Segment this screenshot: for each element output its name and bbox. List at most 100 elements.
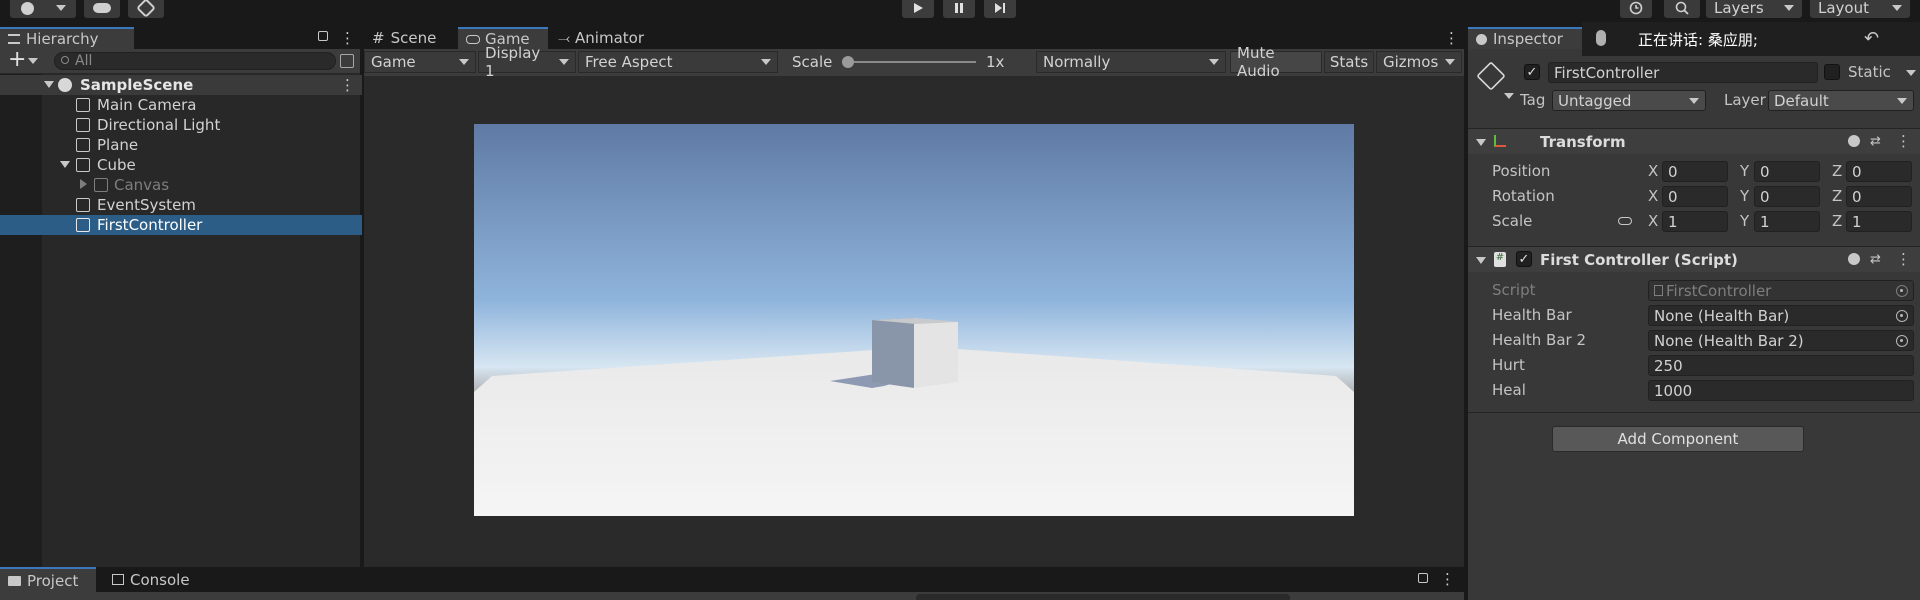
game-viewport[interactable]: [474, 124, 1354, 516]
lock-icon[interactable]: [318, 31, 328, 41]
game-mode-dropdown[interactable]: Game: [364, 51, 476, 73]
static-checkbox[interactable]: [1824, 64, 1840, 80]
stats-button[interactable]: Stats: [1324, 51, 1374, 73]
scale-slider[interactable]: [842, 56, 976, 68]
scale-y-field[interactable]: 1: [1754, 211, 1820, 232]
object-picker-icon[interactable]: [1896, 335, 1908, 347]
chevron-down-icon: [1689, 97, 1699, 104]
display-dropdown[interactable]: Display 1: [478, 44, 576, 80]
object-name-field[interactable]: FirstController: [1548, 62, 1818, 83]
search-options-icon[interactable]: [340, 54, 354, 68]
tab-hierarchy[interactable]: Hierarchy: [0, 27, 134, 49]
collapse-arrow-icon[interactable]: [80, 179, 87, 189]
health-bar-2-label: Health Bar 2: [1492, 331, 1586, 349]
hierarchy-search-input[interactable]: All: [54, 52, 336, 70]
tab-scene-label: Scene: [390, 29, 437, 47]
mic-muted-icon[interactable]: [1596, 30, 1606, 46]
account-dropdown[interactable]: [10, 0, 76, 18]
kebab-menu-icon[interactable]: ⋮: [1440, 570, 1455, 588]
scale-slider-handle[interactable]: [842, 56, 854, 68]
position-x-value: 0: [1668, 162, 1678, 181]
lock-icon[interactable]: [1418, 573, 1428, 583]
tab-scene[interactable]: # Scene: [364, 27, 456, 49]
health-bar-field[interactable]: None (Health Bar): [1648, 305, 1914, 326]
play-focus-dropdown[interactable]: Normally: [1036, 51, 1226, 73]
tab-inspector[interactable]: Inspector: [1468, 27, 1582, 49]
list-item[interactable]: Main Camera: [0, 95, 362, 115]
component-enabled-checkbox[interactable]: ✓: [1516, 251, 1532, 267]
tag-value: Untagged: [1558, 91, 1632, 110]
list-item[interactable]: Directional Light: [0, 115, 362, 135]
history-button[interactable]: [1620, 0, 1652, 18]
preset-icon[interactable]: ⇄: [1870, 134, 1881, 149]
heal-field[interactable]: 1000: [1648, 380, 1914, 401]
hurt-field[interactable]: 250: [1648, 355, 1914, 376]
chevron-down-icon: [55, 5, 66, 11]
tab-project[interactable]: Project: [0, 567, 96, 592]
script-component-header[interactable]: # ✓ First Controller (Script) ⇄ ⋮: [1468, 246, 1920, 272]
kebab-menu-icon[interactable]: ⋮: [1444, 29, 1459, 47]
tag-dropdown[interactable]: Untagged: [1552, 90, 1706, 111]
chevron-down-icon[interactable]: [1906, 70, 1916, 76]
object-name-value: FirstController: [1554, 63, 1660, 82]
gameobject-cube-icon: [76, 138, 90, 152]
help-icon[interactable]: [1848, 135, 1860, 147]
pause-button[interactable]: [943, 0, 975, 18]
position-x-field[interactable]: 0: [1662, 161, 1728, 182]
kebab-menu-icon[interactable]: ⋮: [1896, 132, 1911, 150]
kebab-menu-icon[interactable]: ⋮: [340, 29, 355, 47]
help-icon[interactable]: [1848, 253, 1860, 265]
gizmos-dropdown[interactable]: Gizmos: [1376, 51, 1462, 73]
position-z-field[interactable]: 0: [1846, 161, 1912, 182]
list-item[interactable]: FirstController: [0, 215, 362, 235]
kebab-menu-icon[interactable]: ⋮: [1896, 250, 1911, 268]
scale-x-field[interactable]: 1: [1662, 211, 1728, 232]
layout-dropdown[interactable]: Layout: [1810, 0, 1910, 18]
cloud-button[interactable]: [84, 0, 120, 18]
expand-arrow-icon[interactable]: [44, 81, 54, 88]
list-item[interactable]: Canvas: [0, 175, 362, 195]
step-button[interactable]: [984, 0, 1016, 18]
list-item[interactable]: EventSystem: [0, 195, 362, 215]
expand-arrow-icon[interactable]: [60, 161, 70, 168]
kebab-menu-icon[interactable]: ⋮: [340, 76, 355, 94]
add-button[interactable]: +: [8, 47, 26, 72]
constrain-proportions-icon[interactable]: [1618, 217, 1632, 225]
search-button[interactable]: [1664, 0, 1700, 18]
rotation-z-field[interactable]: 0: [1846, 186, 1912, 207]
axis-z-label: Z: [1832, 212, 1843, 230]
add-component-button[interactable]: Add Component: [1552, 426, 1804, 452]
object-picker-icon[interactable]: [1896, 310, 1908, 322]
preset-icon[interactable]: ⇄: [1870, 252, 1881, 267]
stats-label: Stats: [1329, 53, 1369, 71]
undo-icon[interactable]: ↶: [1864, 28, 1879, 49]
tab-console[interactable]: Console: [104, 567, 204, 592]
layer-dropdown[interactable]: Default: [1768, 90, 1914, 111]
rotation-x-field[interactable]: 0: [1662, 186, 1728, 207]
game-render: [474, 124, 1354, 516]
project-search-input[interactable]: [916, 594, 1290, 600]
chevron-down-icon: [1445, 59, 1455, 65]
scale-z-field[interactable]: 1: [1846, 211, 1912, 232]
divider: [1468, 412, 1920, 413]
expand-arrow-icon[interactable]: [1476, 257, 1486, 264]
axis-y-label: Y: [1740, 187, 1750, 205]
chevron-down-icon[interactable]: [28, 58, 38, 64]
health-bar-2-field[interactable]: None (Health Bar 2): [1648, 330, 1914, 351]
list-item[interactable]: Cube: [0, 155, 362, 175]
expand-arrow-icon[interactable]: [1476, 139, 1486, 146]
play-button[interactable]: [902, 0, 934, 18]
rotation-y-field[interactable]: 0: [1754, 186, 1820, 207]
heal-value: 1000: [1654, 381, 1693, 400]
chevron-down-icon[interactable]: [1504, 93, 1514, 99]
aspect-dropdown[interactable]: Free Aspect: [578, 51, 778, 73]
tab-animator[interactable]: ⤙ Animator: [550, 27, 660, 49]
transform-header[interactable]: Transform ⇄ ⋮: [1468, 128, 1920, 154]
position-y-field[interactable]: 0: [1754, 161, 1820, 182]
active-checkbox[interactable]: ✓: [1524, 64, 1540, 80]
list-item[interactable]: Plane: [0, 135, 362, 155]
layers-dropdown[interactable]: Layers: [1706, 0, 1802, 18]
collab-button[interactable]: [128, 0, 164, 18]
mute-audio-button[interactable]: Mute Audio: [1230, 44, 1322, 80]
scene-row[interactable]: SampleScene ⋮: [0, 75, 362, 95]
